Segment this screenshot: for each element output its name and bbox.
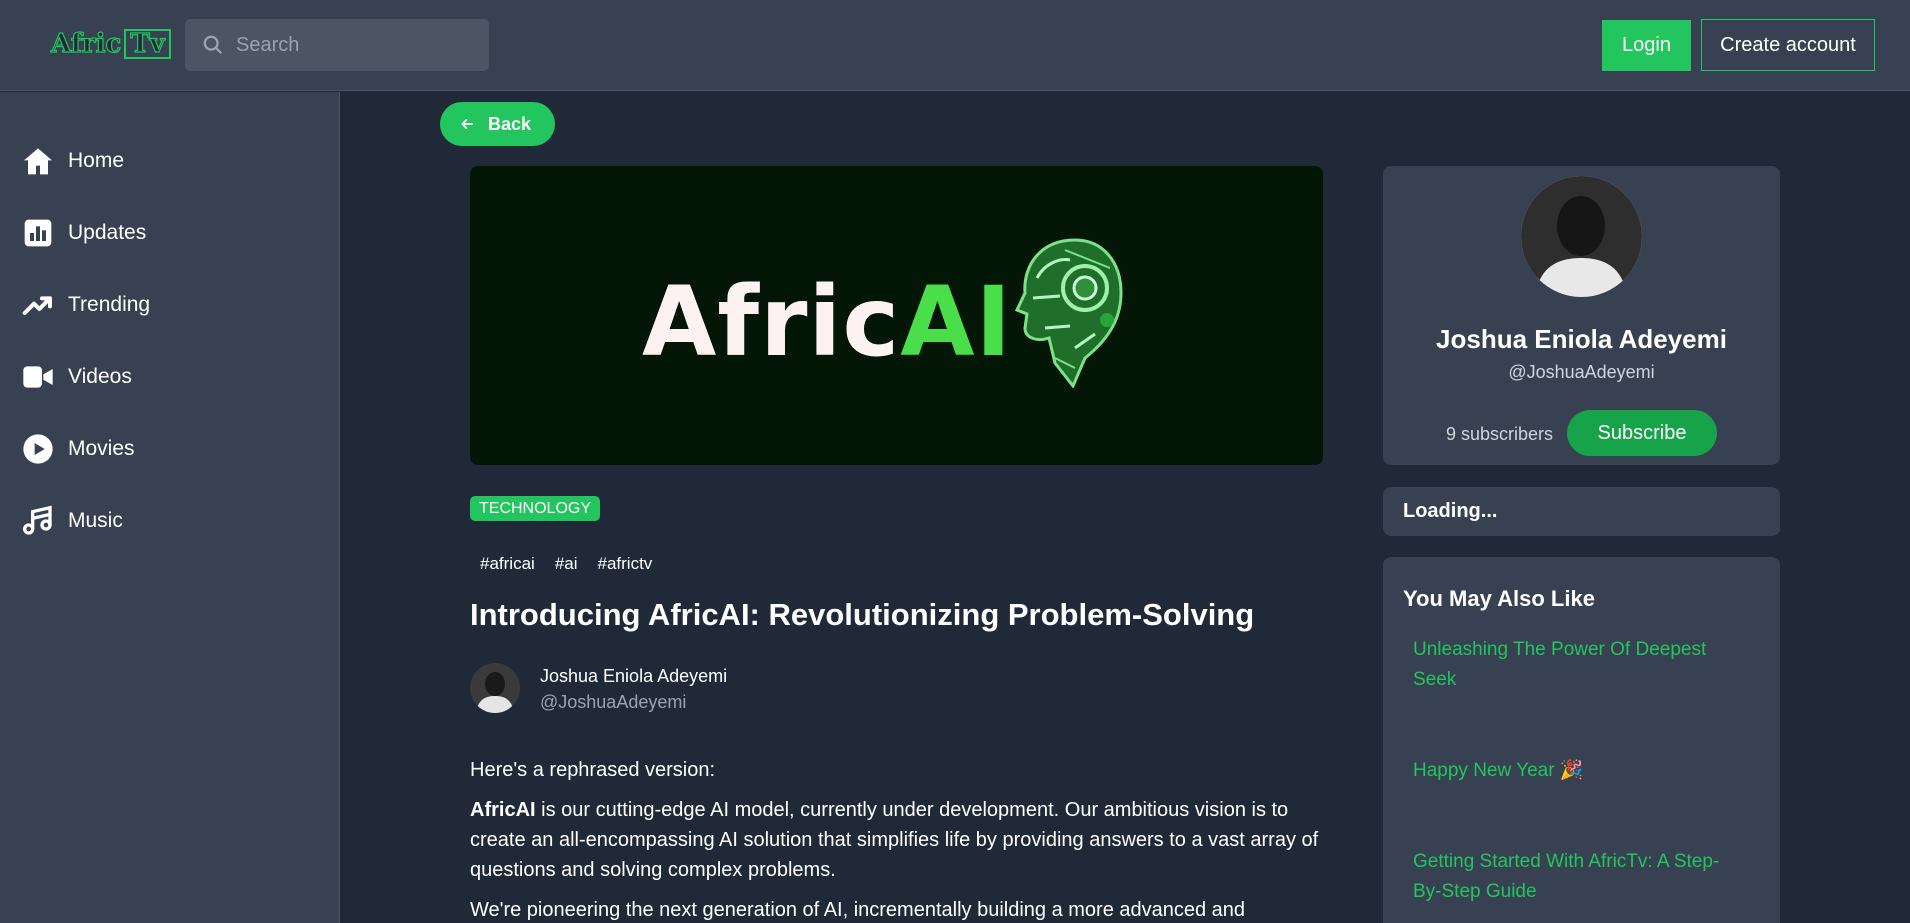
related-posts-card: You May Also Like Unleashing The Power O… [1383,557,1780,923]
related-post-link[interactable]: Happy New Year 🎉 [1413,756,1743,786]
article-title: Introducing AfricAI: Revolutionizing Pro… [470,597,1255,632]
video-icon [23,366,53,388]
hashtag-item[interactable]: #africtv [598,554,653,574]
sidebar-item-trending[interactable]: Trending [22,285,150,325]
search-input[interactable] [236,33,476,57]
logo-text-tv: Tv [124,29,171,59]
profile-name: Joshua Eniola Adeyemi [1436,324,1727,354]
related-post-link[interactable]: Unleashing The Power Of Deepest Seek [1413,635,1743,695]
hashtag-list: #africai #ai #africtv [480,554,652,574]
back-button[interactable]: Back [440,102,555,146]
trending-icon [22,296,52,315]
author-avatar[interactable] [470,663,520,713]
loading-text: Loading... [1403,500,1498,522]
sidebar-item-movies[interactable]: Movies [22,429,135,469]
article-paragraph: Here's a rephrased version: [470,759,716,781]
hashtag-item[interactable]: #ai [555,554,578,574]
profile-avatar[interactable] [1521,176,1642,297]
create-account-button[interactable]: Create account [1701,19,1875,71]
author-name[interactable]: Joshua Eniola Adeyemi [540,666,727,687]
sidebar-item-home[interactable]: Home [22,141,124,181]
related-title: You May Also Like [1403,586,1595,611]
article-paragraph: AfricAI is our cutting-edge AI model, cu… [470,799,1319,881]
sidebar-item-videos[interactable]: Videos [22,357,132,397]
sidebar-item-label: Home [68,149,125,172]
profile-handle: @JoshuaAdeyemi [1508,362,1655,382]
back-label: Back [488,113,532,134]
africtv-logo[interactable]: Afric Tv [50,28,171,60]
chart-icon [24,219,52,247]
sidebar-item-label: Movies [68,437,135,460]
loading-card: Loading... [1383,487,1780,536]
author-handle[interactable]: @JoshuaAdeyemi [540,692,686,713]
hero-logo-text: AfricAI [642,266,1013,378]
category-badge[interactable]: TECHNOLOGY [470,496,601,521]
logo-text-afric: Afric [50,28,122,59]
login-button[interactable]: Login [1602,20,1691,71]
article-paragraph: We're pioneering the next generation of … [470,899,1246,921]
author-profile-card: Joshua Eniola Adeyemi @JoshuaAdeyemi 9 s… [1383,166,1780,465]
subscribe-button[interactable]: Subscribe [1567,410,1717,456]
robot-head-icon [1015,238,1123,388]
sidebar-item-updates[interactable]: Updates [22,213,146,253]
sidebar-item-label: Videos [68,365,132,388]
sidebar-item-label: Music [68,509,123,532]
article-hero-image: AfricAI [470,166,1323,465]
search-bar[interactable] [185,19,489,71]
sidebar-item-label: Updates [68,221,147,244]
search-icon [203,35,223,55]
music-icon [23,505,52,535]
arrow-left-icon [461,119,474,129]
subscriber-count: 9 subscribers [1446,424,1554,444]
related-post-link[interactable]: Getting Started With AfricTv: A Step- By-… [1413,847,1743,907]
home-icon [24,148,52,175]
bold-term: AfricAI [470,799,536,821]
play-icon [23,434,53,464]
sidebar-item-music[interactable]: Music [22,501,123,541]
top-header: Afric Tv Login Create account [0,0,1910,91]
sidebar: Home Updates Trending Videos Movies Musi… [0,92,340,923]
hashtag-item[interactable]: #africai [480,554,535,574]
sidebar-item-label: Trending [68,293,151,316]
